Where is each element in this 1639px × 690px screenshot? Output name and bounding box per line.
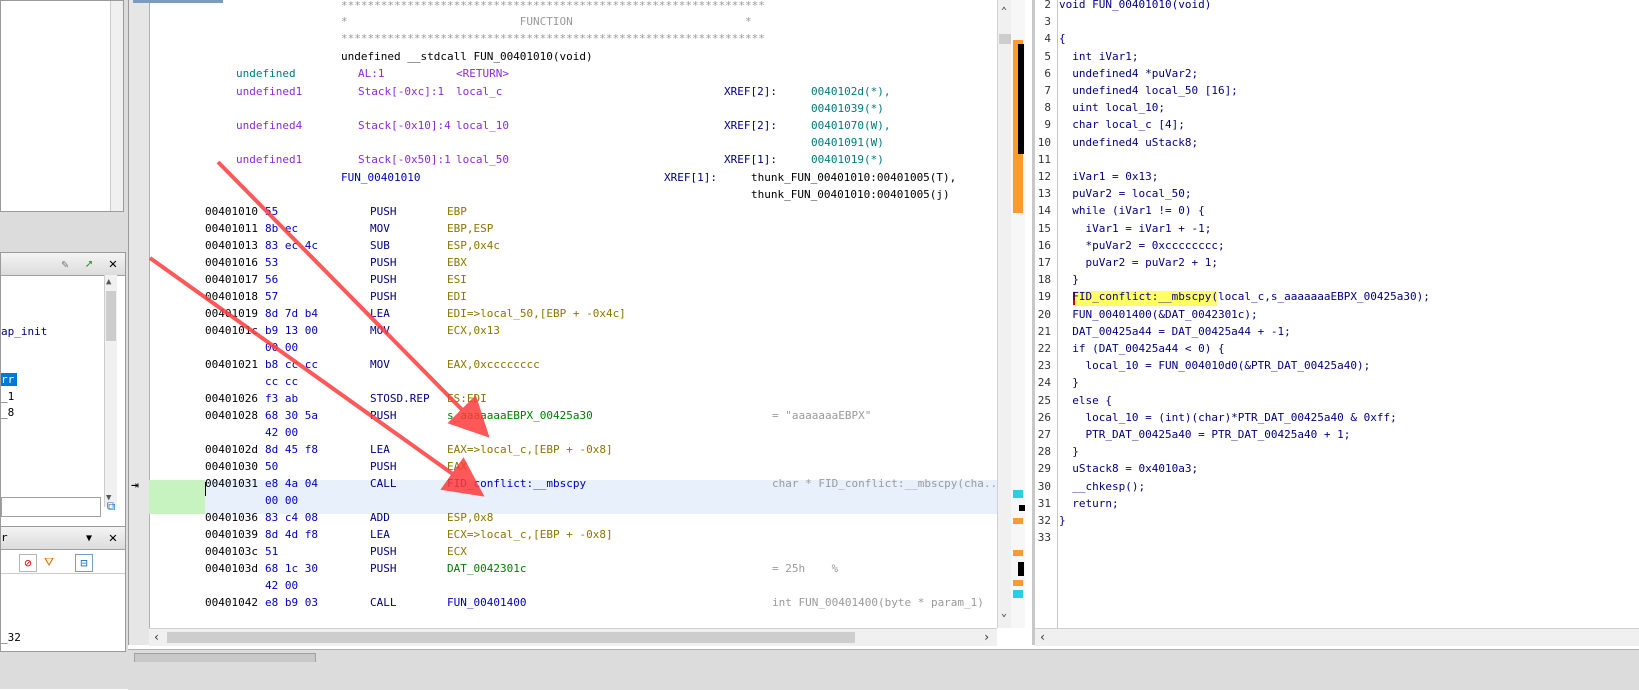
annotation-arrows: [148, 160, 490, 497]
arrow-to-push-string: [216, 160, 490, 438]
